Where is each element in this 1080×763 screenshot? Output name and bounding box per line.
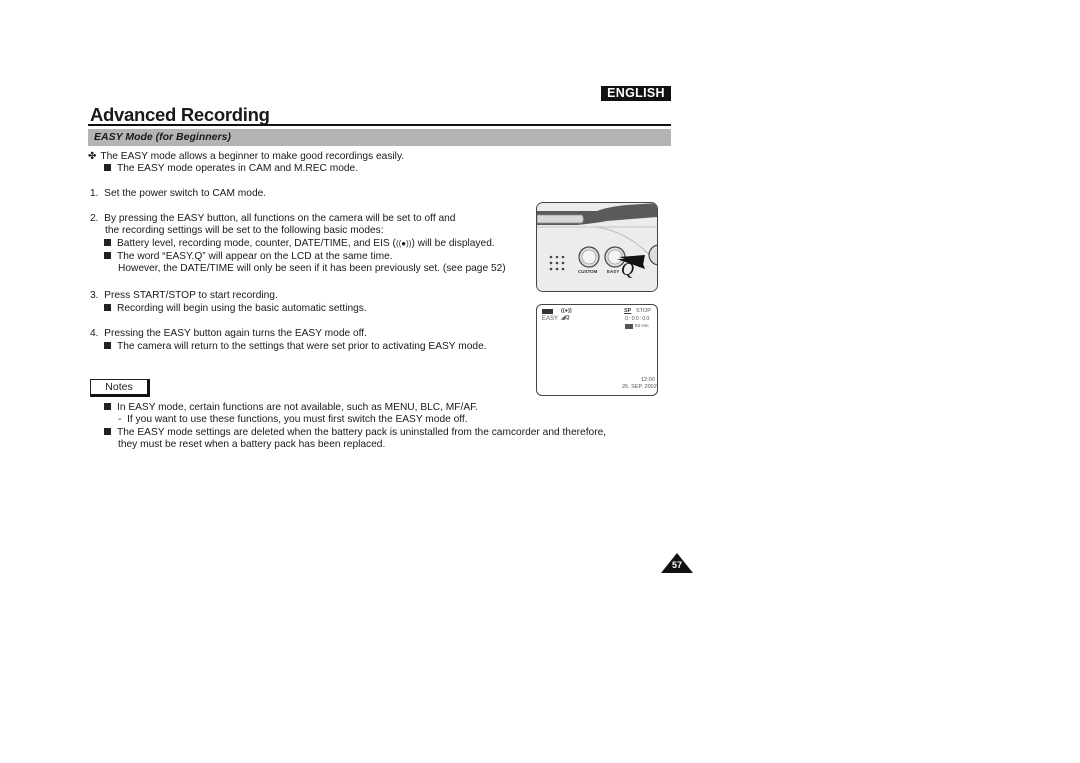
easy-button-label: EASY (607, 269, 620, 274)
page-number-badge: 57 (661, 553, 693, 573)
note-2-line2: they must be reset when a battery pack h… (118, 439, 386, 450)
intro-main: ✤ The EASY mode allows a beginner to make… (88, 151, 405, 162)
custom-button-label: CUSTOM (578, 269, 598, 274)
step-3: 3. Press START/STOP to start recording. (90, 290, 278, 301)
square-bullet-icon (104, 164, 111, 171)
square-bullet-icon (104, 304, 111, 311)
page-number: 57 (671, 560, 682, 570)
battery-icon (542, 309, 553, 314)
easy-q-mark: Q (621, 259, 634, 279)
lcd-status: STOP (636, 308, 651, 314)
step-1: 1. Set the power switch to CAM mode. (90, 188, 267, 199)
title-divider (88, 124, 671, 126)
note-1: In EASY mode, certain functions are not … (104, 402, 478, 414)
cross-bullet-icon: ✤ (88, 151, 97, 162)
eis-icon: ((●)) (561, 308, 572, 314)
camera-body-icon (537, 203, 657, 291)
camera-illustration: CUSTOM EASY Q (536, 202, 658, 292)
step-2-bullet-2: The word “EASY.Q” will appear on the LCD… (104, 251, 393, 263)
lcd-remaining: 93 min (635, 323, 649, 328)
lcd-time: 12:00 (641, 377, 655, 383)
section-title: EASY Mode (for Beginners) (94, 131, 231, 143)
step-4-bullet: The camera will return to the settings t… (104, 341, 487, 353)
step-2: 2. By pressing the EASY button, all func… (90, 213, 456, 224)
tape-icon (625, 324, 633, 329)
lcd-date: 26. SEP. 2002 (622, 384, 657, 390)
square-bullet-icon (104, 403, 111, 410)
intro-sub: The EASY mode operates in CAM and M.REC … (104, 163, 358, 175)
step-2-line2: the recording settings will be set to th… (105, 225, 384, 236)
easy-q-icon: ◢Q (561, 315, 570, 321)
square-bullet-icon (104, 428, 111, 435)
notes-label: Notes (90, 379, 150, 397)
square-bullet-icon (104, 342, 111, 349)
page-title: Advanced Recording (90, 104, 270, 125)
lcd-display: ((●)) SP STOP EASY ◢Q 0:00:00 93 min 12:… (536, 304, 658, 396)
lcd-counter: 0:00:00 (625, 316, 651, 322)
step-2-bullet-2-line2: However, the DATE/TIME will only be seen… (118, 263, 506, 274)
note-2: The EASY mode settings are deleted when … (104, 427, 606, 439)
step-3-bullet: Recording will begin using the basic aut… (104, 303, 367, 315)
eis-icon: ((●)) (395, 239, 412, 248)
step-2-bullet-1: Battery level, recording mode, counter, … (104, 238, 495, 250)
note-1-sub: - If you want to use these functions, yo… (118, 414, 468, 425)
square-bullet-icon (104, 252, 111, 259)
step-4: 4. Pressing the EASY button again turns … (90, 328, 367, 339)
lcd-mode: SP (624, 308, 632, 314)
square-bullet-icon (104, 239, 111, 246)
language-badge: ENGLISH (601, 86, 671, 101)
lcd-easy-label: EASY (542, 316, 559, 322)
